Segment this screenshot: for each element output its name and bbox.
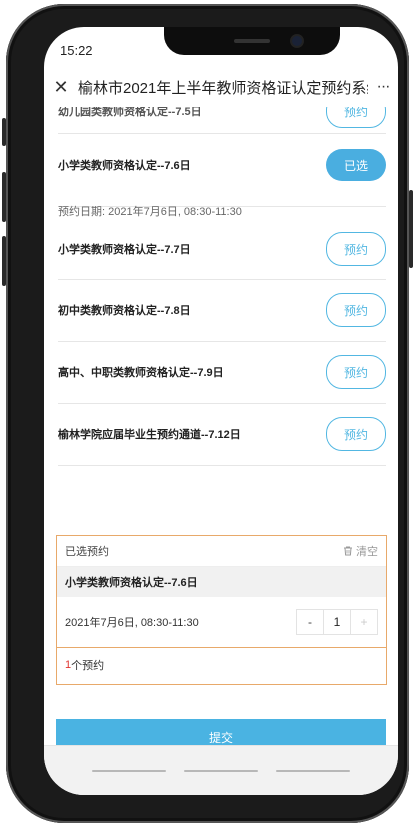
decrement-button[interactable]: -	[297, 610, 324, 634]
list-item: 初中类教师资格认定--7.8日 预约	[58, 279, 386, 342]
toolbar-segment	[184, 770, 258, 772]
content: 幼儿园类教师资格认定--7.5日 预约 小学类教师资格认定--7.6日 已选 预…	[44, 107, 398, 795]
list-item-label: 高中、中职类教师资格认定--7.9日	[58, 367, 224, 379]
reserve-button[interactable]: 预约	[326, 355, 386, 389]
selected-button[interactable]: 已选	[326, 149, 386, 181]
reserve-button[interactable]: 预约	[326, 107, 386, 128]
selected-item-date: 2021年7月6日, 08:30-11:30	[65, 617, 199, 629]
selected-reservations-panel: 已选预约 清空 小学类教师资格认定--7.6日 2021年7月6日, 08:30…	[56, 535, 387, 685]
clear-button[interactable]: 清空	[343, 543, 378, 559]
page-title: 榆林市2021年上半年教师资格证认定预约系统	[78, 79, 368, 97]
clear-label: 清空	[356, 546, 378, 558]
reservation-date: 预约日期: 2021年7月6日, 08:30-11:30	[58, 206, 242, 218]
list-item-label: 榆林学院应届毕业生预约通道--7.12日	[58, 429, 241, 441]
navbar: ✕ 榆林市2021年上半年教师资格证认定预约系统 ···	[44, 67, 398, 107]
list-item: 小学类教师资格认定--7.6日 已选	[58, 133, 386, 207]
list-item: 幼儿园类教师资格认定--7.5日 预约	[58, 107, 386, 134]
increment-button[interactable]: +	[350, 610, 377, 634]
quantity-stepper: - 1 +	[296, 609, 378, 635]
close-icon[interactable]: ✕	[44, 77, 78, 98]
selected-header-label: 已选预约	[65, 546, 109, 558]
list-item-label: 小学类教师资格认定--7.6日	[58, 160, 191, 172]
silent-switch	[2, 118, 6, 146]
list-item-label: 幼儿园类教师资格认定--7.5日	[58, 107, 202, 118]
toolbar-segment	[92, 770, 166, 772]
power-button	[409, 190, 413, 268]
quantity-value: 1	[333, 615, 341, 629]
reservation-count: 1 个预约	[57, 648, 386, 682]
selected-item-name: 小学类教师资格认定--7.6日	[57, 567, 386, 597]
reserve-button[interactable]: 预约	[326, 232, 386, 266]
toolbar-segment	[276, 770, 350, 772]
list-item-label: 初中类教师资格认定--7.8日	[58, 305, 191, 317]
status-time: 15:22	[60, 43, 93, 58]
reservation-count-text: 个预约	[71, 660, 105, 672]
selected-header: 已选预约 清空	[57, 536, 386, 567]
browser-bottom-bar	[44, 745, 398, 795]
list-item-label: 小学类教师资格认定--7.7日	[58, 244, 191, 256]
volume-up-button	[2, 172, 6, 222]
camera	[292, 36, 302, 46]
selected-item-row: 2021年7月6日, 08:30-11:30 - 1 +	[57, 597, 386, 648]
list-item: 榆林学院应届毕业生预约通道--7.12日 预约	[58, 403, 386, 466]
more-icon[interactable]: ···	[368, 78, 398, 96]
volume-down-button	[2, 236, 6, 286]
trash-icon	[344, 546, 352, 556]
screen: 15:22 ✕ 榆林市2021年上半年教师资格证认定预约系统 ··· 幼儿园类教…	[44, 27, 398, 795]
reserve-button[interactable]: 预约	[326, 417, 386, 451]
list-item: 小学类教师资格认定--7.7日 预约	[58, 219, 386, 280]
reserve-button[interactable]: 预约	[326, 293, 386, 327]
notch	[164, 27, 340, 55]
speaker	[234, 39, 270, 43]
list-item: 高中、中职类教师资格认定--7.9日 预约	[58, 341, 386, 404]
